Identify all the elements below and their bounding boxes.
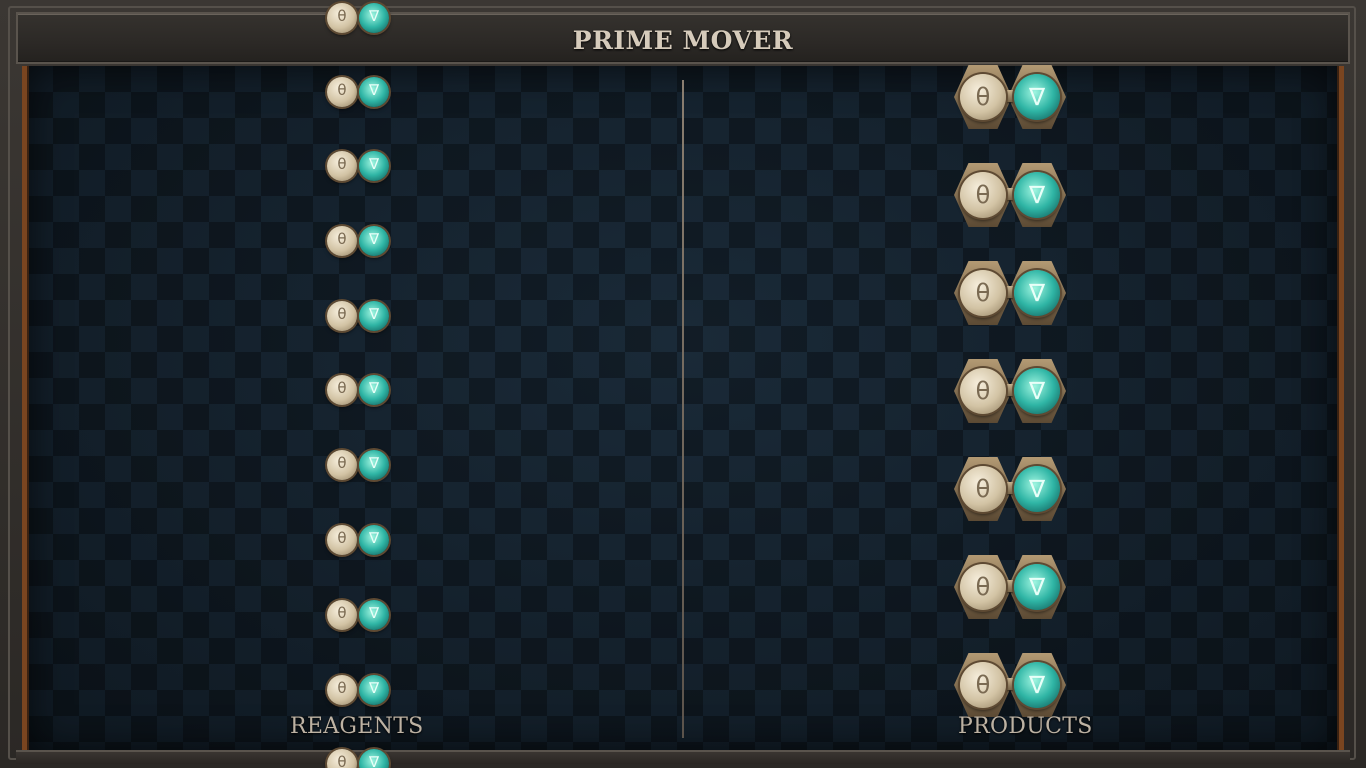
products-connector-1[interactable]: θ ∇ [954,65,1066,129]
reagents-connector-1[interactable]: θ ∇ [324,0,392,36]
nabla-symbol: ∇ [368,753,380,768]
panel-edge-right [1337,66,1339,752]
theta-symbol: θ [337,454,347,472]
reagents-connector-3[interactable]: θ ∇ [324,148,392,184]
theta-symbol: θ [337,679,347,697]
nabla-symbol: ∇ [1028,181,1046,209]
reagents-connector-7[interactable]: θ ∇ [324,447,392,483]
nabla-symbol: ∇ [1028,83,1046,111]
reagents-connector-8[interactable]: θ ∇ [324,522,392,558]
theta-symbol: θ [337,7,347,25]
theta-symbol: θ [975,181,991,209]
nabla-symbol: ∇ [368,305,380,323]
reagents-connector-4[interactable]: θ ∇ [324,223,392,259]
theta-symbol: θ [337,230,347,248]
products-connector-2[interactable]: θ ∇ [954,163,1066,227]
theta-symbol: θ [337,604,347,622]
nabla-symbol: ∇ [368,604,380,622]
nabla-symbol: ∇ [368,379,380,397]
reagents-connector-6[interactable]: θ ∇ [324,372,392,408]
products-label: PRODUCTS [958,714,1093,739]
window-title: PRIME MOVER [572,26,794,55]
nabla-symbol: ∇ [368,529,380,547]
nabla-symbol: ∇ [368,454,380,472]
theta-symbol: θ [337,379,347,397]
panel-edge-left [27,66,29,752]
nabla-symbol: ∇ [368,7,380,25]
reagents-connector-10[interactable]: θ ∇ [324,672,392,708]
reagents-connector-5[interactable]: θ ∇ [324,298,392,334]
theta-symbol: θ [975,573,991,601]
theta-symbol: θ [337,529,347,547]
nabla-symbol: ∇ [1028,671,1046,699]
nabla-symbol: ∇ [1028,377,1046,405]
theta-symbol: θ [337,155,347,173]
nabla-symbol: ∇ [1028,475,1046,503]
nabla-symbol: ∇ [1028,573,1046,601]
theta-symbol: θ [975,377,991,405]
theta-symbol: θ [975,83,991,111]
reagents-connector-2[interactable]: θ ∇ [324,74,392,110]
reagents-connector-11[interactable]: θ ∇ [324,746,392,768]
products-connector-4[interactable]: θ ∇ [954,359,1066,423]
title-bar: PRIME MOVER [16,12,1350,64]
nabla-symbol: ∇ [368,81,380,99]
theta-symbol: θ [975,279,991,307]
theta-symbol: θ [975,671,991,699]
reagents-connector-9[interactable]: θ ∇ [324,597,392,633]
nabla-symbol: ∇ [368,679,380,697]
nabla-symbol: ∇ [368,155,380,173]
theta-symbol: θ [337,753,347,768]
theta-symbol: θ [975,475,991,503]
products-connector-7[interactable]: θ ∇ [954,653,1066,717]
theta-symbol: θ [337,81,347,99]
nabla-symbol: ∇ [1028,279,1046,307]
bottom-border [16,750,1350,764]
column-divider [682,80,684,738]
products-connector-3[interactable]: θ ∇ [954,261,1066,325]
theta-symbol: θ [337,305,347,323]
reagents-label: REAGENTS [290,714,424,739]
products-connector-6[interactable]: θ ∇ [954,555,1066,619]
products-connector-5[interactable]: θ ∇ [954,457,1066,521]
nabla-symbol: ∇ [368,230,380,248]
